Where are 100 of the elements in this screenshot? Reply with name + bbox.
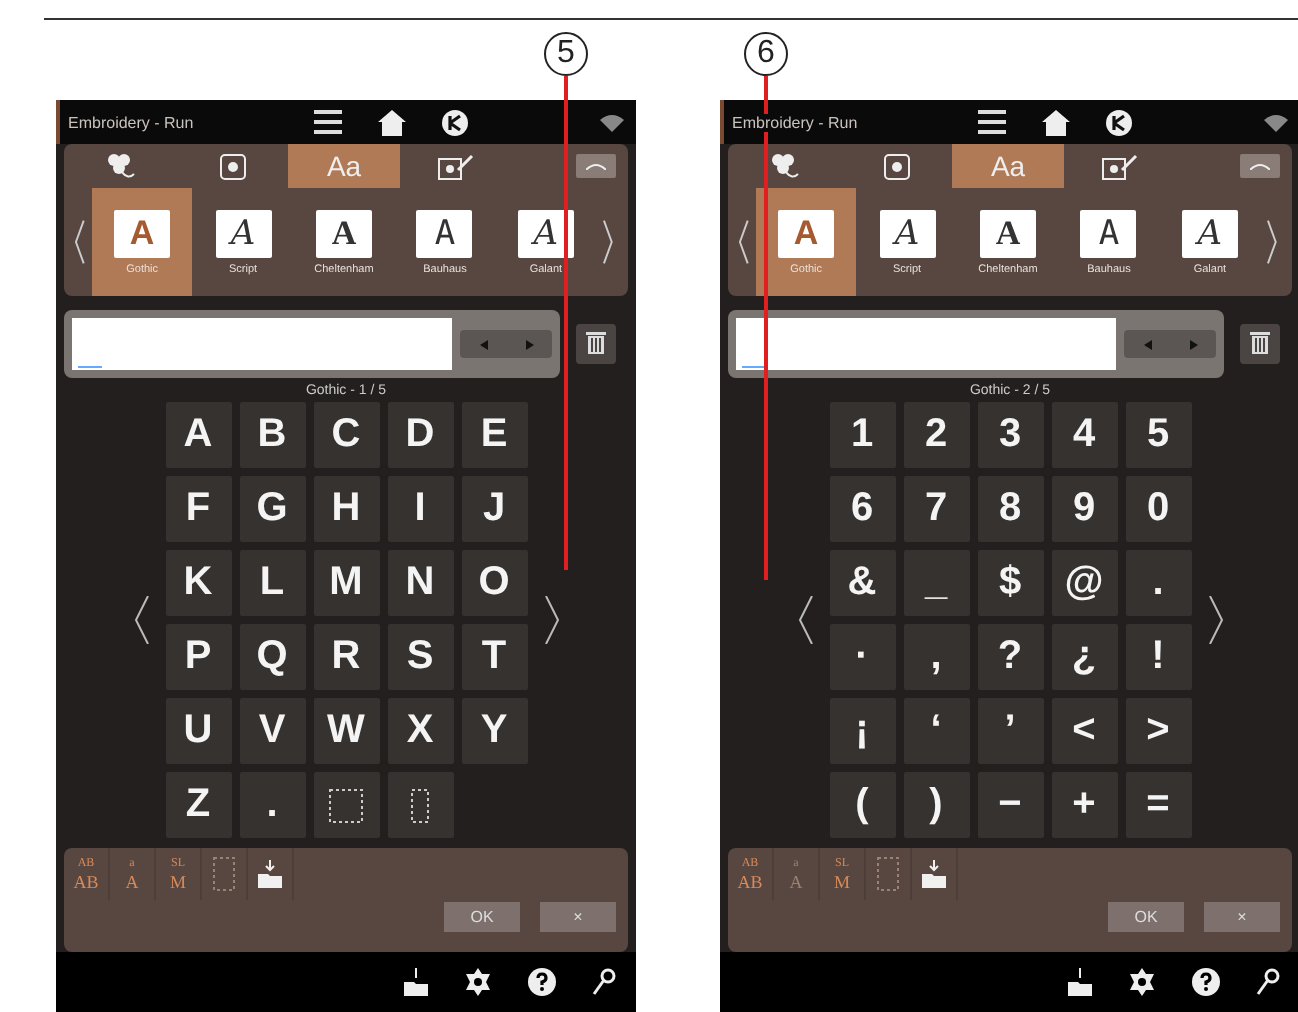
load-icon[interactable] <box>1068 968 1092 996</box>
text-field[interactable] <box>64 310 560 378</box>
cancel-button[interactable]: × <box>1204 902 1280 932</box>
character-key[interactable]: 3 <box>977 402 1043 468</box>
character-key[interactable]: . <box>1125 550 1191 616</box>
menu-icon[interactable] <box>977 110 1006 134</box>
character-key[interactable]: ¿ <box>1051 624 1117 690</box>
character-key[interactable]: ¡ <box>829 698 895 764</box>
text-field[interactable] <box>728 310 1224 378</box>
character-key[interactable]: ’ <box>977 698 1043 764</box>
dotted-rectangle-icon <box>876 856 900 892</box>
character-key[interactable]: T <box>461 624 527 690</box>
character-key[interactable]: F <box>165 476 231 542</box>
help-icon[interactable] <box>1192 968 1220 996</box>
cursor-buttons[interactable] <box>1124 330 1216 358</box>
character-key[interactable]: 4 <box>1051 402 1117 468</box>
chevron-left-icon[interactable] <box>133 596 149 644</box>
character-key[interactable]: 2 <box>903 402 969 468</box>
character-key[interactable]: & <box>829 550 895 616</box>
caret-icon <box>586 162 606 170</box>
ok-button[interactable]: OK <box>1108 902 1184 932</box>
menu-icon[interactable] <box>313 110 342 134</box>
chevron-left-icon[interactable] <box>738 220 750 264</box>
dotted-square-icon <box>328 787 364 823</box>
cursor-buttons[interactable] <box>460 330 552 358</box>
character-key[interactable]: I <box>387 476 453 542</box>
character-key[interactable]: _ <box>903 550 969 616</box>
character-key[interactable]: @ <box>1051 550 1117 616</box>
character-key[interactable]: H <box>313 476 379 542</box>
trash-icon[interactable] <box>576 324 616 364</box>
collapse-button[interactable] <box>1240 154 1280 178</box>
chevron-right-icon[interactable] <box>1266 220 1278 264</box>
back-icon[interactable] <box>441 109 468 135</box>
character-key[interactable]: E <box>461 402 527 468</box>
character-key[interactable]: M <box>313 550 379 616</box>
chevron-left-icon[interactable] <box>797 596 813 644</box>
key-icon[interactable] <box>1256 968 1280 996</box>
home-icon[interactable] <box>377 109 406 135</box>
character-key[interactable]: J <box>461 476 527 542</box>
character-key[interactable]: O <box>461 550 527 616</box>
character-key[interactable]: 0 <box>1125 476 1191 542</box>
character-key[interactable]: Q <box>239 624 305 690</box>
character-key[interactable]: < <box>1051 698 1117 764</box>
ok-button[interactable]: OK <box>444 902 520 932</box>
character-key[interactable]: > <box>1125 698 1191 764</box>
chevron-left-icon[interactable] <box>74 220 86 264</box>
character-key[interactable]: = <box>1125 772 1191 838</box>
chevron-right-icon[interactable] <box>1207 596 1223 644</box>
settings-icon[interactable] <box>464 968 492 996</box>
hoop-icon <box>883 153 909 179</box>
character-key[interactable]: 5 <box>1125 402 1191 468</box>
character-key[interactable]: L <box>239 550 305 616</box>
callout-number: 5 <box>544 32 588 76</box>
key-icon[interactable] <box>592 968 616 996</box>
character-key[interactable]: ‘ <box>903 698 969 764</box>
character-key[interactable]: N <box>387 550 453 616</box>
character-key[interactable]: + <box>1051 772 1117 838</box>
character-key[interactable]: B <box>239 402 305 468</box>
character-key[interactable]: X <box>387 698 453 764</box>
character-key[interactable]: A <box>165 402 231 468</box>
flower-icon <box>768 152 800 180</box>
character-key[interactable]: S <box>387 624 453 690</box>
load-icon[interactable] <box>404 968 428 996</box>
collapse-button[interactable] <box>576 154 616 178</box>
character-key[interactable]: C <box>313 402 379 468</box>
character-key[interactable]: 1 <box>829 402 895 468</box>
character-key[interactable]: Z <box>165 772 231 838</box>
character-key[interactable]: K <box>165 550 231 616</box>
character-key[interactable]: G <box>239 476 305 542</box>
settings-icon[interactable] <box>1128 968 1156 996</box>
character-key[interactable]: − <box>977 772 1043 838</box>
back-icon[interactable] <box>1105 109 1132 135</box>
character-key[interactable]: P <box>165 624 231 690</box>
character-key[interactable]: V <box>239 698 305 764</box>
character-key[interactable]: D <box>387 402 453 468</box>
character-key[interactable]: 8 <box>977 476 1043 542</box>
character-key[interactable]: W <box>313 698 379 764</box>
character-key[interactable]: ( <box>829 772 895 838</box>
character-key[interactable]: 9 <box>1051 476 1117 542</box>
space-key[interactable] <box>387 772 453 838</box>
character-key[interactable]: U <box>165 698 231 764</box>
space-key[interactable] <box>313 772 379 838</box>
character-key[interactable]: ? <box>977 624 1043 690</box>
character-key[interactable]: ) <box>903 772 969 838</box>
character-key[interactable]: Y <box>461 698 527 764</box>
character-key[interactable]: $ <box>977 550 1043 616</box>
character-key[interactable]: · <box>829 624 895 690</box>
character-key[interactable]: ! <box>1125 624 1191 690</box>
screen-title: Embroidery - Run <box>732 113 858 131</box>
cancel-button[interactable]: × <box>540 902 616 932</box>
chevron-right-icon[interactable] <box>602 220 614 264</box>
character-key[interactable]: 7 <box>903 476 969 542</box>
chevron-right-icon[interactable] <box>543 596 559 644</box>
trash-icon[interactable] <box>1240 324 1280 364</box>
home-icon[interactable] <box>1041 109 1070 135</box>
help-icon[interactable] <box>528 968 556 996</box>
character-key[interactable]: , <box>903 624 969 690</box>
character-key[interactable]: R <box>313 624 379 690</box>
character-key[interactable]: 6 <box>829 476 895 542</box>
character-key[interactable]: . <box>239 772 305 838</box>
